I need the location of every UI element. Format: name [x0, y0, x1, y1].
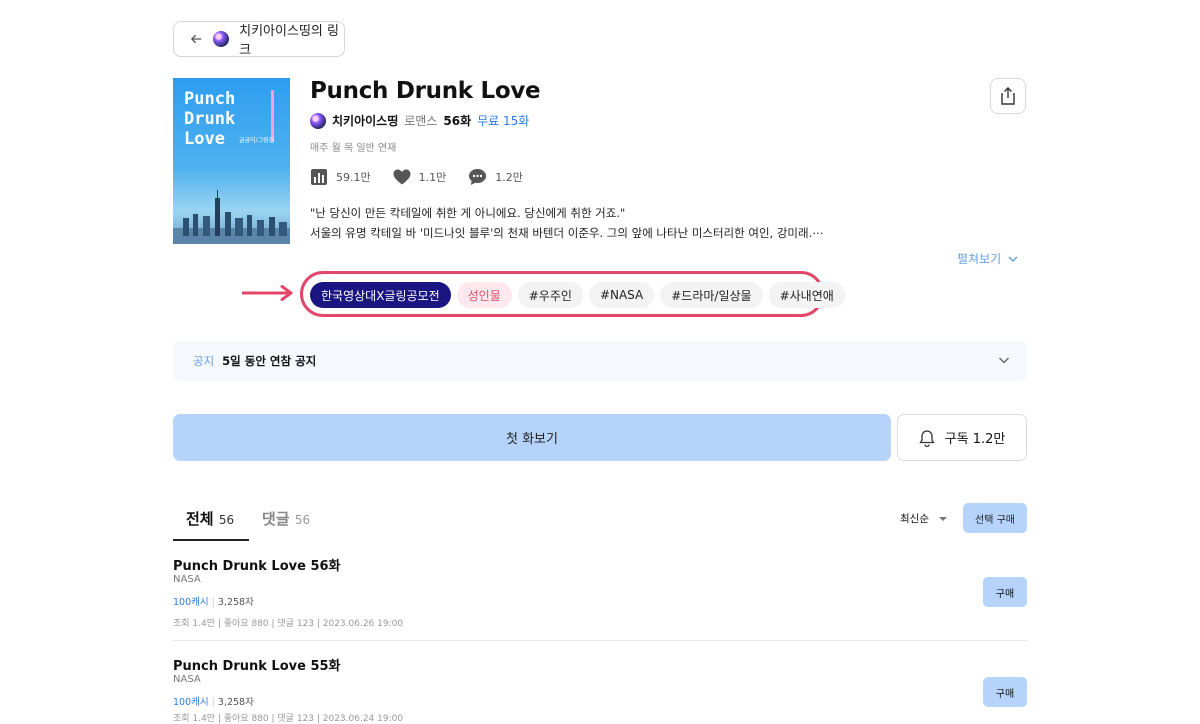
tag-office-romance[interactable]: #사내연애: [768, 282, 845, 308]
tab-comments-label: 댓글: [262, 510, 290, 528]
episode-subtitle: NASA: [173, 674, 201, 685]
genre-label: 로맨스: [404, 114, 438, 128]
description-line: "난 당신이 만든 칵테일에 취한 게 아니에요. 당신에게 취한 거죠.": [310, 206, 626, 220]
sort-label: 최신순: [900, 513, 929, 525]
cover-subtitle: 글굽이/그림김: [239, 137, 275, 144]
cover-title-line: Drunk: [184, 109, 236, 129]
active-tab-indicator: [173, 539, 249, 541]
share-icon: [1001, 87, 1015, 105]
likes-stat: 1.1만: [393, 169, 447, 185]
tag-drama[interactable]: #드라마/일상물: [660, 282, 763, 308]
views-stat: 59.1만: [310, 168, 371, 186]
tab-all[interactable]: 전체 56: [186, 508, 234, 529]
sort-dropdown[interactable]: 최신순: [900, 511, 947, 526]
episode-cash: 100캐시: [173, 697, 209, 708]
tab-all-label: 전체: [186, 510, 214, 528]
tab-comments[interactable]: 댓글 56: [262, 508, 310, 529]
comments-stat: 1.2만: [468, 168, 523, 186]
cover-title: Punch Drunk Love: [184, 89, 235, 149]
work-meta: 치키아이스띵 로맨스 56화 무료 15화: [310, 112, 529, 129]
speech-bubble-icon: [469, 169, 487, 185]
cover-title-line: Punch: [184, 89, 236, 109]
episode-info: 조회 1.4만 | 좋아요 880 | 댓글 123 | 2023.06.24 …: [173, 714, 404, 724]
back-link-label: 치키아이스띵의 링크: [239, 24, 339, 58]
tag-list: 한국영상대X글링공모전 성인물 #우주인 #NASA #드라마/일상물 #사내연…: [310, 282, 845, 308]
cover-image: Punch Drunk Love 글굽이/그림김: [173, 78, 290, 244]
episode-chars: 3,258자: [217, 697, 254, 708]
chevron-down-icon: [999, 357, 1009, 364]
tag-adult[interactable]: 성인물: [456, 282, 512, 308]
author-avatar: [310, 112, 326, 129]
schedule-text: 매주 월 목 일반 연재: [310, 143, 397, 154]
tag-astronaut[interactable]: #우주인: [517, 282, 583, 308]
cover-title-line: Love: [184, 129, 225, 149]
subscribe-label: 구독 1.2만: [944, 432, 1006, 447]
bar-chart-icon: [311, 169, 327, 185]
bell-icon: [919, 429, 935, 447]
author-name[interactable]: 치키아이스띵: [332, 112, 398, 129]
episode-title[interactable]: Punch Drunk Love 56화: [173, 555, 341, 574]
author-avatar: [213, 31, 230, 47]
description: "난 당신이 만든 칵테일에 취한 게 아니에요. 당신에게 취한 거죠." 서…: [310, 203, 910, 243]
arrow-left-icon: [190, 34, 202, 44]
notice-text: 5일 동안 연참 공지: [222, 354, 317, 368]
buy-button[interactable]: 구매: [983, 677, 1027, 707]
notice-bar[interactable]: 공지 5일 동안 연참 공지: [173, 341, 1027, 381]
free-episodes: 무료 15화: [477, 114, 530, 128]
back-link-button[interactable]: 치키아이스띵의 링크: [173, 21, 345, 58]
tag-contest[interactable]: 한국영상대X글링공모전: [310, 282, 451, 308]
episode-cash: 100캐시: [173, 597, 209, 608]
tab-all-count: 56: [218, 513, 235, 527]
notice-label: 공지: [193, 354, 215, 368]
list-divider: [173, 640, 1027, 641]
episode-price: 100캐시 | 3,258자: [173, 597, 254, 608]
share-button[interactable]: [990, 78, 1026, 114]
expand-button[interactable]: 펼쳐보기: [957, 250, 1019, 267]
comments-count: 1.2만: [495, 171, 523, 184]
heart-icon: [393, 169, 411, 185]
episode-price: 100캐시 | 3,258자: [173, 697, 254, 708]
caret-down-icon: [938, 516, 947, 521]
description-line: 서울의 유명 칵테일 바 '미드나잇 블루'의 천재 바텐더 이준우. 그의 앞…: [310, 226, 824, 240]
tag-nasa[interactable]: #NASA: [588, 282, 655, 308]
stats-row: 59.1만 1.1만 1.2만: [310, 168, 523, 186]
expand-label: 펼쳐보기: [957, 252, 1002, 266]
chevron-down-icon: [1008, 256, 1018, 262]
buy-button[interactable]: 구매: [983, 577, 1027, 607]
episode-count: 56화: [443, 114, 472, 128]
tab-comments-count: 56: [294, 513, 311, 527]
select-buy-button[interactable]: 선택 구매: [963, 503, 1027, 533]
first-episode-button[interactable]: 첫 화보기: [173, 414, 891, 461]
city-skyline-graphic: [173, 190, 290, 244]
likes-count: 1.1만: [418, 171, 447, 184]
subscribe-button[interactable]: 구독 1.2만: [897, 414, 1027, 461]
views-count: 59.1만: [336, 171, 371, 184]
episode-title[interactable]: Punch Drunk Love 55화: [173, 655, 341, 674]
annotation-arrow-icon: [242, 285, 293, 301]
episode-info: 조회 1.4만 | 좋아요 880 | 댓글 123 | 2023.06.26 …: [173, 619, 404, 629]
work-title: Punch Drunk Love: [310, 78, 541, 104]
episode-chars: 3,258자: [217, 597, 254, 608]
episode-subtitle: NASA: [173, 574, 201, 585]
